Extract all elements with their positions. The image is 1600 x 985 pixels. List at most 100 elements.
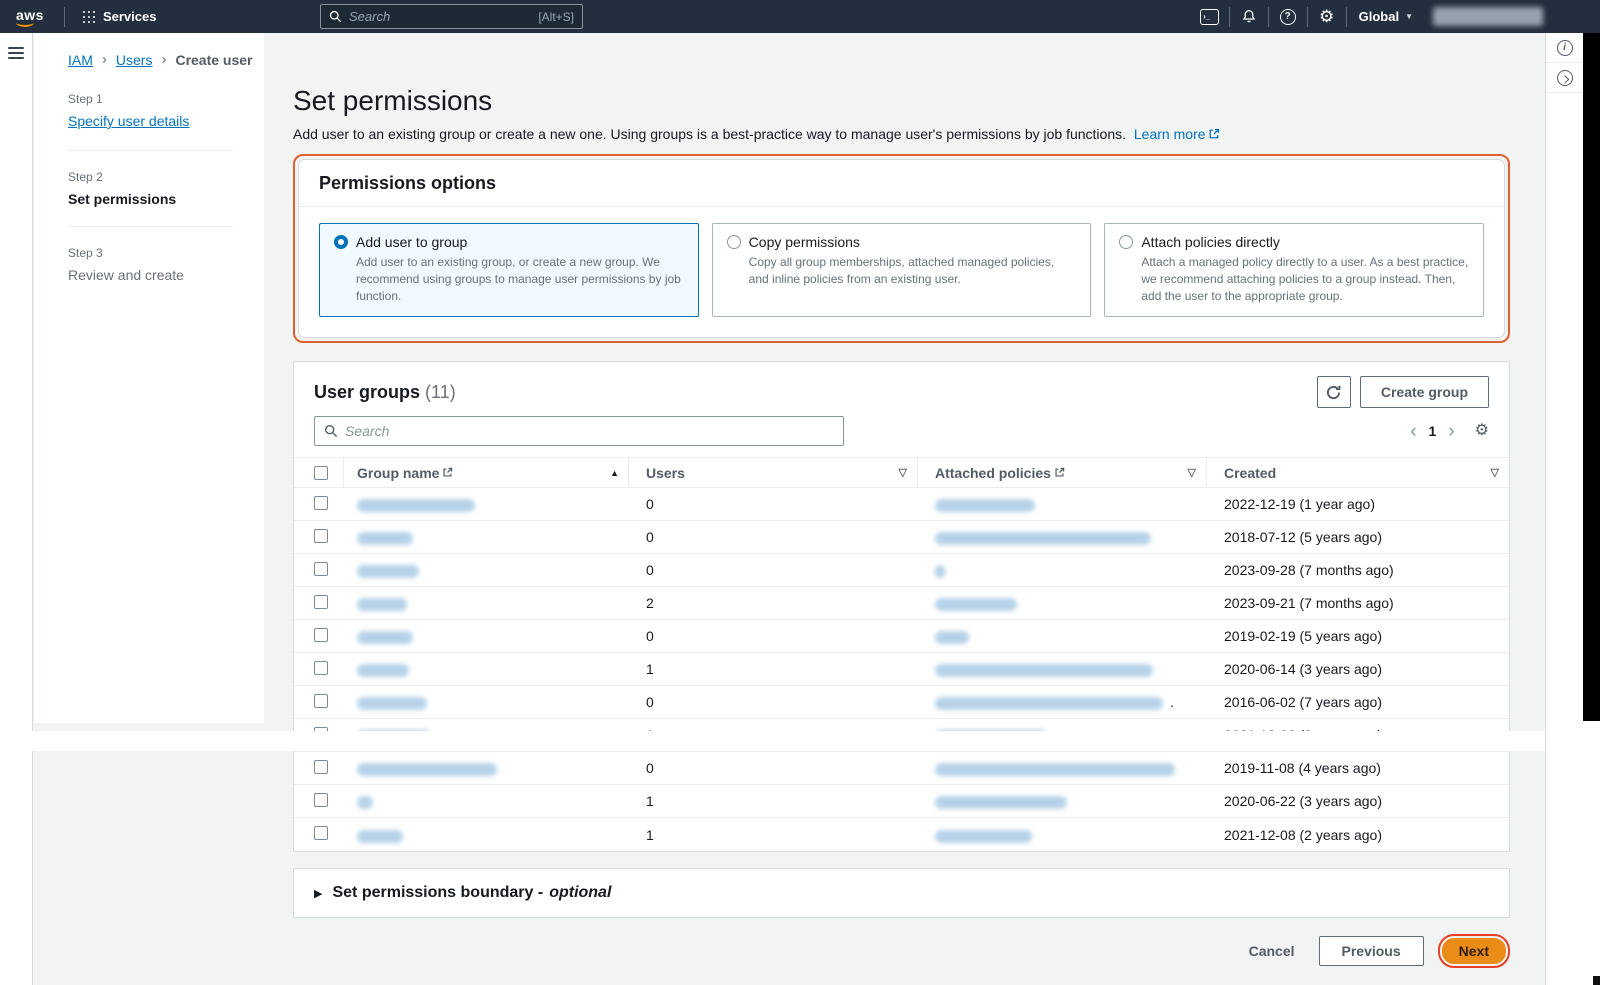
group-name-redacted[interactable]	[357, 565, 419, 578]
column-users[interactable]: Users	[646, 465, 685, 481]
annotation-highlight-permissions-options: Permissions options Add user to group Ad…	[293, 154, 1510, 343]
cancel-button[interactable]: Cancel	[1249, 943, 1295, 959]
table-row[interactable]: 12020-06-22 (3 years ago)	[294, 785, 1509, 818]
row-checkbox[interactable]	[314, 793, 328, 807]
radio-selected-icon[interactable]	[334, 235, 348, 249]
attached-policy-redacted[interactable]	[935, 830, 1032, 843]
wizard-footer-actions: Cancel Previous Next	[293, 934, 1510, 968]
attached-policy-redacted[interactable]	[935, 499, 1035, 512]
table-row[interactable]: 02019-02-19 (5 years ago)	[294, 620, 1509, 653]
group-name-redacted[interactable]	[357, 796, 373, 809]
group-name-redacted[interactable]	[357, 830, 403, 843]
attached-policy-redacted[interactable]	[935, 697, 1163, 710]
corner-artifact	[1593, 976, 1600, 985]
breadcrumb-iam-link[interactable]: IAM	[68, 52, 93, 68]
group-name-redacted[interactable]	[357, 697, 427, 710]
users-count: 0	[629, 529, 918, 545]
column-group-name[interactable]: Group name	[357, 465, 439, 481]
expand-arrow-icon[interactable]: ▶	[314, 887, 322, 900]
right-tools-rail: i	[1545, 33, 1583, 985]
current-page-number[interactable]: 1	[1429, 423, 1437, 439]
search-icon	[324, 424, 338, 438]
created-date: 2019-11-08 (4 years ago)	[1207, 760, 1509, 776]
table-row[interactable]: 22023-09-21 (7 months ago)	[294, 587, 1509, 620]
secondary-panel-button[interactable]	[1546, 63, 1583, 93]
learn-more-link[interactable]: Learn more	[1134, 126, 1221, 142]
column-attached-policies[interactable]: Attached policies	[935, 465, 1051, 481]
account-name-redacted[interactable]	[1433, 7, 1543, 26]
row-checkbox[interactable]	[314, 595, 328, 609]
global-search-input[interactable]	[349, 9, 531, 24]
row-checkbox[interactable]	[314, 694, 328, 708]
attached-policy-redacted[interactable]	[935, 796, 1067, 809]
column-created[interactable]: Created	[1224, 465, 1276, 481]
permissions-boundary-panel[interactable]: ▶ Set permissions boundary - optional	[293, 868, 1510, 918]
breadcrumb-users-link[interactable]: Users	[116, 52, 153, 68]
row-checkbox[interactable]	[314, 826, 328, 840]
external-link-icon	[442, 467, 453, 478]
option-card-copy-permissions[interactable]: Copy permissions Copy all group membersh…	[712, 223, 1092, 317]
permissions-boundary-title: Set permissions boundary -	[332, 884, 543, 902]
table-row[interactable]: 02019-11-08 (4 years ago)	[294, 752, 1509, 785]
group-name-redacted[interactable]	[357, 664, 409, 677]
attached-policy-redacted[interactable]	[935, 664, 1153, 677]
hamburger-menu-icon[interactable]	[8, 47, 24, 59]
step1-link[interactable]: Specify user details	[68, 113, 189, 129]
table-settings-gear-icon[interactable]: ⚙	[1475, 423, 1489, 439]
cloudshell-icon[interactable]: ›_	[1199, 6, 1221, 28]
create-group-button[interactable]: Create group	[1360, 376, 1489, 408]
radio-unselected-icon[interactable]	[727, 235, 741, 249]
group-name-redacted[interactable]	[357, 631, 413, 644]
filter-icon[interactable]: ▽	[1491, 466, 1499, 479]
settings-gear-icon[interactable]: ⚙	[1316, 6, 1338, 28]
nav-divider	[64, 7, 65, 27]
help-icon[interactable]: ?	[1277, 6, 1299, 28]
attached-policy-redacted[interactable]	[935, 532, 1151, 545]
row-checkbox[interactable]	[314, 529, 328, 543]
group-name-redacted[interactable]	[357, 499, 475, 512]
table-row[interactable]: 12020-06-14 (3 years ago)	[294, 653, 1509, 686]
attached-policy-redacted[interactable]	[935, 565, 945, 578]
next-page-icon[interactable]: ›	[1444, 422, 1458, 441]
step3-label: Review and create	[68, 267, 264, 283]
created-date: 2020-06-22 (3 years ago)	[1207, 793, 1509, 809]
filter-icon[interactable]: ▽	[899, 466, 907, 479]
notifications-bell-icon[interactable]	[1238, 6, 1260, 28]
group-name-redacted[interactable]	[357, 598, 407, 611]
sort-ascending-icon[interactable]: ▲	[610, 468, 619, 478]
refresh-button[interactable]	[1317, 376, 1351, 408]
row-checkbox[interactable]	[314, 628, 328, 642]
redaction-band	[25, 731, 1567, 751]
previous-page-icon[interactable]: ‹	[1406, 422, 1420, 441]
table-row[interactable]: 02023-09-28 (7 months ago)	[294, 554, 1509, 587]
row-checkbox[interactable]	[314, 562, 328, 576]
radio-unselected-icon[interactable]	[1119, 235, 1133, 249]
next-button[interactable]: Next	[1442, 938, 1506, 964]
row-checkbox[interactable]	[314, 496, 328, 510]
table-row[interactable]: 0.2016-06-02 (7 years ago)	[294, 686, 1509, 719]
table-row[interactable]: 02022-12-19 (1 year ago)	[294, 488, 1509, 521]
row-checkbox[interactable]	[314, 760, 328, 774]
group-name-redacted[interactable]	[357, 763, 497, 776]
option-card-add-user-to-group[interactable]: Add user to group Add user to an existin…	[319, 223, 699, 317]
table-row[interactable]: 12021-12-08 (2 years ago)	[294, 818, 1509, 851]
row-checkbox[interactable]	[314, 661, 328, 675]
services-menu-button[interactable]: Services	[73, 9, 167, 24]
search-icon	[329, 10, 342, 23]
aws-logo[interactable]: aws	[16, 7, 44, 26]
attached-policy-redacted[interactable]	[935, 763, 1175, 776]
region-selector[interactable]: Global ▼	[1355, 9, 1417, 24]
info-panel-button[interactable]: i	[1546, 33, 1583, 63]
group-name-redacted[interactable]	[357, 532, 413, 545]
refresh-icon	[1325, 384, 1342, 401]
option-card-attach-policies-directly[interactable]: Attach policies directly Attach a manage…	[1104, 223, 1484, 317]
table-row[interactable]: 02018-07-12 (5 years ago)	[294, 521, 1509, 554]
select-all-checkbox[interactable]	[314, 466, 328, 480]
filter-icon[interactable]: ▽	[1188, 466, 1196, 479]
table-search-box[interactable]	[314, 416, 844, 446]
table-search-input[interactable]	[345, 423, 834, 439]
attached-policy-redacted[interactable]	[935, 631, 969, 644]
attached-policy-redacted[interactable]	[935, 598, 1017, 611]
global-search-box[interactable]: [Alt+S]	[320, 4, 583, 29]
previous-button[interactable]: Previous	[1319, 936, 1424, 966]
